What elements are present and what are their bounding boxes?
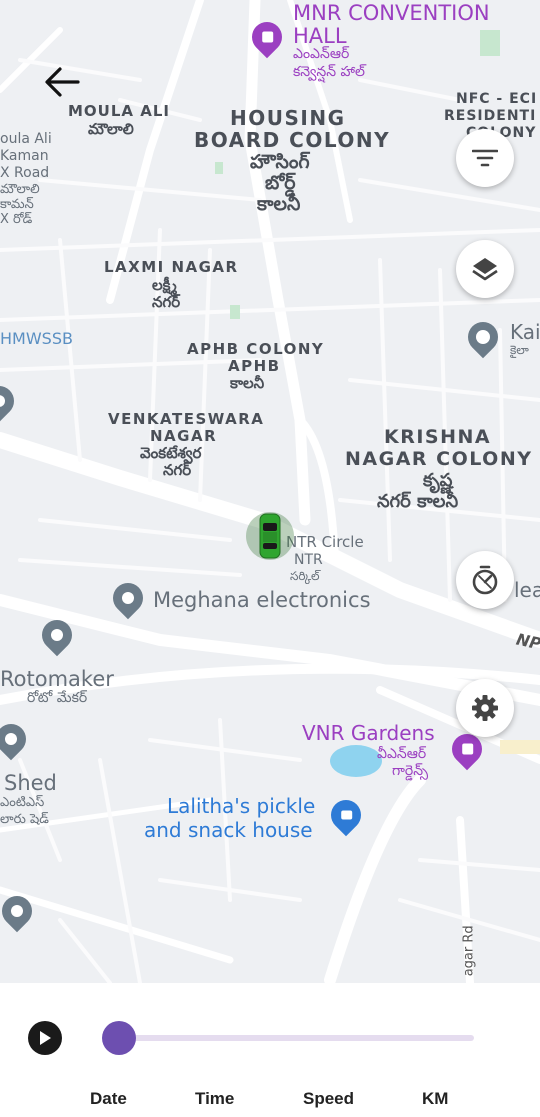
area-label: కృష్ణ [423,470,453,491]
place-label: కామన్ [0,197,34,212]
area-label: LAXMI NAGAR [104,258,239,276]
place-label: Kaman [0,148,49,164]
area-label: నగర్ [152,293,181,311]
poi-label: NTR Circle [286,533,364,551]
area-label: KRISHNA [384,426,492,448]
settings-icon [472,695,498,721]
area-label: మౌలాలి [88,120,134,138]
area-label: APHB COLONY [187,340,325,358]
poi-label: Shed [4,771,57,795]
layers-button[interactable] [456,240,514,298]
area-label: BOARD COLONY [194,128,391,152]
poi-label: సర్కిల్ [290,569,320,583]
filter-icon [472,149,498,167]
poi-label: VNR Gardens [302,721,435,745]
poi-label: NTR [294,552,323,568]
poi-label: and snack house [144,818,313,842]
poi-label: వీఎన్ఆర్ [377,746,427,762]
area-label: కాలనీ [257,193,301,215]
road-label: agar Rd [461,925,477,977]
poi-label: Lalitha's pickle [167,794,316,818]
poi-label: HALL [293,24,347,48]
area-label: హౌసింగ్ [250,151,310,173]
playback-panel: Date Time Speed KM [0,983,540,1117]
poi-label: Rotomaker [0,667,114,691]
back-arrow-icon [45,67,80,97]
area-label: NAGAR [150,427,218,445]
speed-button[interactable] [456,551,514,609]
place-label: oula Ali [0,131,52,147]
layers-icon [472,258,498,281]
area-label: వెంకటేశ్వర [140,444,202,462]
speedometer-icon [472,565,498,595]
area-label: MOULA ALI [68,102,170,120]
poi-label: లారు షెడ్ [0,812,49,827]
poi-label: Meghana electronics [153,588,371,612]
place-label: మౌలాలి [0,182,40,197]
area-label: RESIDENTI [444,108,537,124]
play-icon [40,1031,51,1045]
date-label: Date [90,1089,127,1108]
back-button[interactable] [40,60,84,104]
poi-label: HMWSSB [0,329,73,348]
poi-label: గార్డెన్స్ [392,763,429,779]
car-icon [259,513,281,559]
playback-slider-thumb[interactable] [102,1021,136,1055]
area-label: NFC - ECI [456,91,538,107]
km-label: KM [422,1089,449,1108]
area-label: APHB [228,357,281,375]
area-label: HOUSING [230,106,346,130]
poi-label: రోటో మేకర్ [27,690,88,706]
poi-label: MNR CONVENTION [293,1,490,25]
settings-button[interactable] [456,679,514,737]
filter-button[interactable] [456,129,514,187]
play-button[interactable] [28,1021,62,1055]
playback-slider-track[interactable] [118,1035,474,1041]
poi-label: కన్వెన్షన్ హాల్ [293,64,365,80]
time-label: Time [195,1089,235,1108]
area-label: నగర్ [163,461,192,479]
map-view[interactable]: HOUSING BOARD COLONY హౌసింగ్ బోర్డ్ కాలన… [0,0,540,983]
area-label: బోర్డ్ [265,172,296,194]
poi-label: ఎంటిఎస్ [0,795,45,810]
speed-label: Speed [303,1089,355,1108]
area-label: VENKATESWARA [108,410,265,428]
poi-label: lea [514,578,540,602]
area-label: నగర్ కాలనీ [377,491,459,512]
area-label: కాలనీ [230,374,265,392]
place-label: X రోడ్ [0,212,33,227]
vehicle-marker[interactable] [246,512,294,560]
area-label: లక్ష్మీ [152,276,177,294]
area-label: NAGAR COLONY [345,448,533,470]
poi-label: కైలా [510,343,529,357]
place-label: X Road [0,165,50,181]
poi-label: Kai [510,320,540,344]
poi-label: ఎంఎన్ఆర్ [293,46,350,62]
